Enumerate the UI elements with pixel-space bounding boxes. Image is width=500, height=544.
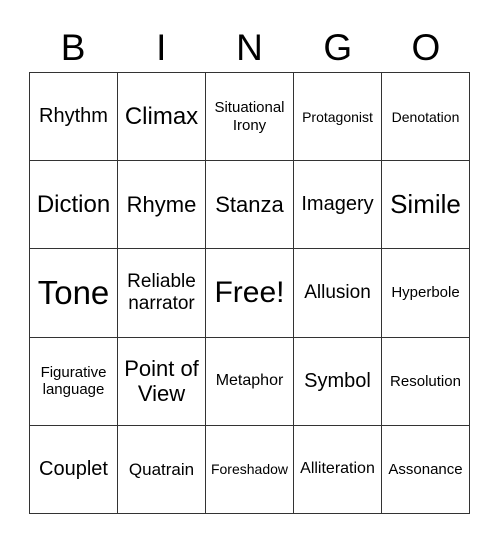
bingo-cell[interactable]: Foreshadow [205,424,293,513]
bingo-cell[interactable]: Assonance [381,424,469,513]
bingo-cell[interactable]: Tone [29,248,117,337]
bingo-cell[interactable]: Diction [29,160,117,249]
bingo-cell[interactable]: Quatrain [117,424,205,513]
bingo-cell[interactable]: Couplet [29,424,117,513]
bingo-cell[interactable]: Climax [117,72,205,161]
bingo-cell[interactable]: Alliteration [293,424,381,513]
bingo-cell[interactable]: Imagery [293,160,381,249]
bingo-cell[interactable]: Metaphor [205,336,293,425]
bingo-cell[interactable]: Hyperbole [381,248,469,337]
bingo-cell[interactable]: Denotation [381,72,469,161]
header-letter-b: B [60,27,86,68]
bingo-cell[interactable]: Rhythm [29,72,117,161]
bingo-cell[interactable]: Simile [381,160,469,249]
bingo-cell[interactable]: Rhyme [117,160,205,249]
bingo-cell[interactable]: Point of View [117,336,205,425]
header-letter-o: O [411,27,441,68]
bingo-cell[interactable]: Reliable narrator [117,248,205,337]
bingo-cell[interactable]: Resolution [381,336,469,425]
bingo-cell[interactable]: Symbol [293,336,381,425]
header-letter-n: N [236,27,263,68]
bingo-grid: Rhythm Climax Situational Irony Protagon… [29,72,470,514]
bingo-cell[interactable]: Protagonist [293,72,381,161]
bingo-header: B I N G O [29,26,470,70]
bingo-cell[interactable]: Allusion [293,248,381,337]
header-letter-g: G [323,27,353,68]
bingo-cell[interactable]: Stanza [205,160,293,249]
bingo-cell[interactable]: Figurative language [29,336,117,425]
header-letter-i: I [156,27,167,68]
free-space-cell[interactable]: Free! [205,248,293,337]
bingo-cell[interactable]: Situational Irony [205,72,293,161]
